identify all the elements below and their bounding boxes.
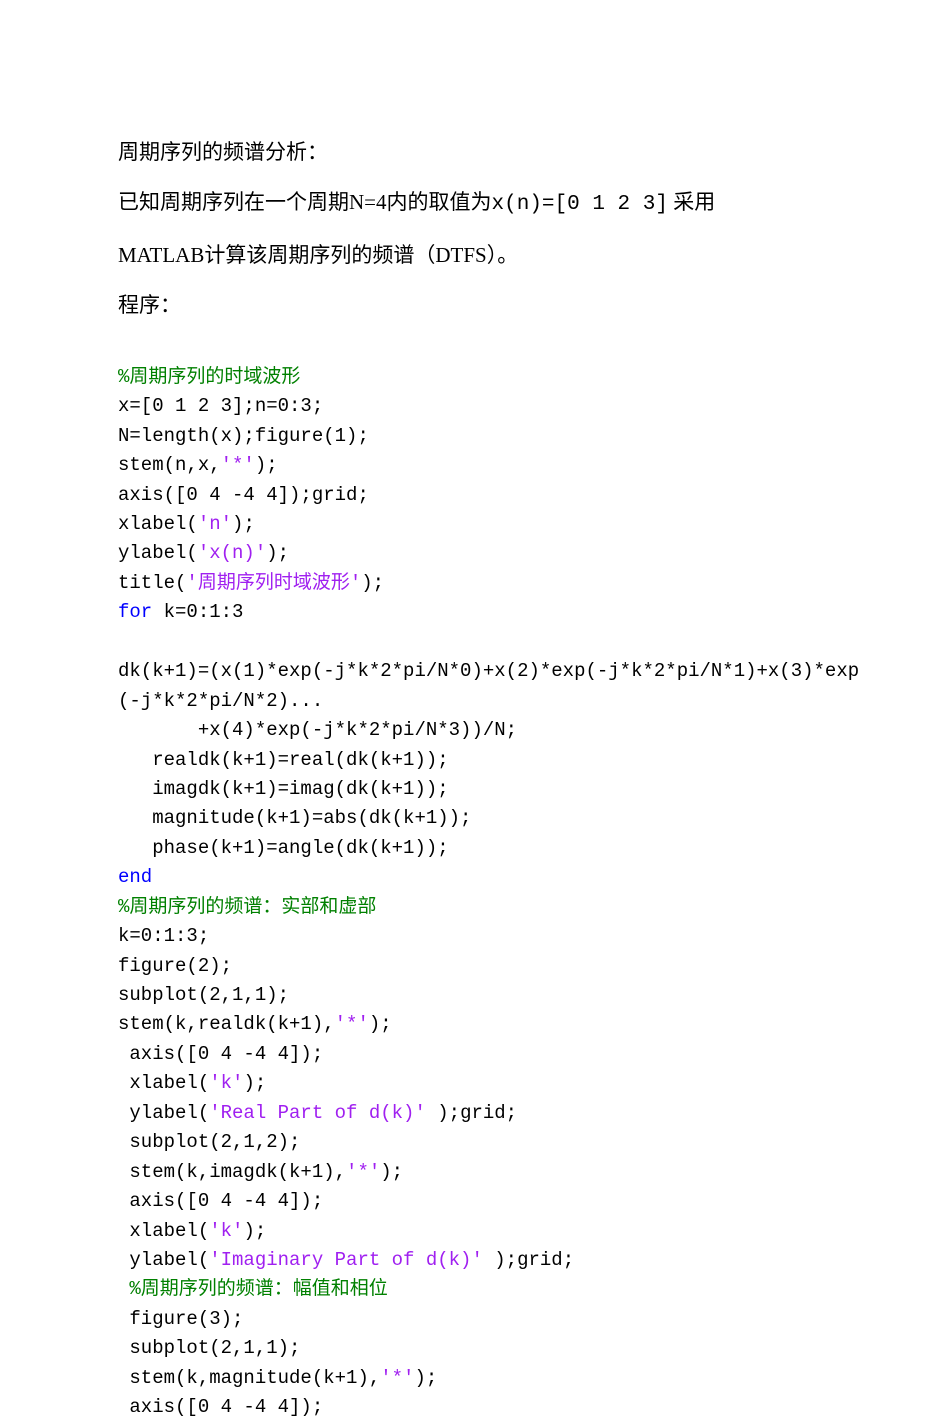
heading-line: 周期序列的频谱分析： <box>118 130 827 174</box>
code-line: x=[0 1 2 3];n=0:3; <box>118 395 323 417</box>
code-line: subplot(2,1,2); <box>118 1131 300 1153</box>
code-line: magnitude(k+1)=abs(dk(k+1)); <box>118 807 471 829</box>
document-page: 周期序列的频谱分析： 已知周期序列在一个周期N=4内的取值为x(n)=[0 1 … <box>0 0 945 1423</box>
code-line: stem(n,x,'*'); <box>118 454 278 476</box>
code-comment: %周期序列的频谱：幅值和相位 <box>118 1278 388 1300</box>
code-line: axis([0 4 -4 4]); <box>118 1190 323 1212</box>
text-segment: 已知周期序列在一个周期N=4内的取值为 <box>118 190 492 214</box>
code-line: stem(k,realdk(k+1),'*'); <box>118 1013 392 1035</box>
text-segment: 采用 <box>668 190 715 214</box>
code-line: xlabel('n'); <box>118 513 255 535</box>
code-block: %周期序列的时域波形 x=[0 1 2 3];n=0:3; N=length(x… <box>118 333 827 1422</box>
code-line: figure(2); <box>118 955 232 977</box>
code-comment: %周期序列的频谱：实部和虚部 <box>118 896 376 918</box>
code-line: subplot(2,1,1); <box>118 984 289 1006</box>
code-comment: %周期序列的时域波形 <box>118 366 300 388</box>
problem-line-1: 已知周期序列在一个周期N=4内的取值为x(n)=[0 1 2 3] 采用 <box>118 180 827 227</box>
code-line: ylabel('x(n)'); <box>118 542 289 564</box>
code-line: for k=0:1:3 <box>118 601 243 623</box>
code-line: (-j*k*2*pi/N*2)... <box>118 690 323 712</box>
code-line: xlabel('k'); <box>118 1220 266 1242</box>
problem-line-2: MATLAB计算该周期序列的频谱（DTFS）。 <box>118 233 827 277</box>
code-keyword-end: end <box>118 866 152 888</box>
code-line: stem(k,imagdk(k+1),'*'); <box>118 1161 403 1183</box>
code-line: N=length(x);figure(1); <box>118 425 369 447</box>
code-line: axis([0 4 -4 4]); <box>118 1043 323 1065</box>
code-line: figure(3); <box>118 1308 243 1330</box>
code-line: +x(4)*exp(-j*k*2*pi/N*3))/N; <box>118 719 517 741</box>
code-line: realdk(k+1)=real(dk(k+1)); <box>118 749 449 771</box>
code-line: phase(k+1)=angle(dk(k+1)); <box>118 837 449 859</box>
code-line: k=0:1:3; <box>118 925 209 947</box>
code-line: subplot(2,1,1); <box>118 1337 300 1359</box>
program-label: 程序： <box>118 283 827 327</box>
code-line: axis([0 4 -4 4]); <box>118 1396 323 1418</box>
inline-code: x(n)=[0 1 2 3] <box>492 193 668 216</box>
code-line: axis([0 4 -4 4]);grid; <box>118 484 369 506</box>
code-line: xlabel('k'); <box>118 1072 266 1094</box>
code-line: ylabel('Imaginary Part of d(k)' );grid; <box>118 1249 574 1271</box>
code-line: stem(k,magnitude(k+1),'*'); <box>118 1367 437 1389</box>
code-line: imagdk(k+1)=imag(dk(k+1)); <box>118 778 449 800</box>
code-line: ylabel('Real Part of d(k)' );grid; <box>118 1102 517 1124</box>
code-line: title('周期序列时域波形'); <box>118 572 384 594</box>
code-line: dk(k+1)=(x(1)*exp(-j*k*2*pi/N*0)+x(2)*ex… <box>118 660 859 682</box>
